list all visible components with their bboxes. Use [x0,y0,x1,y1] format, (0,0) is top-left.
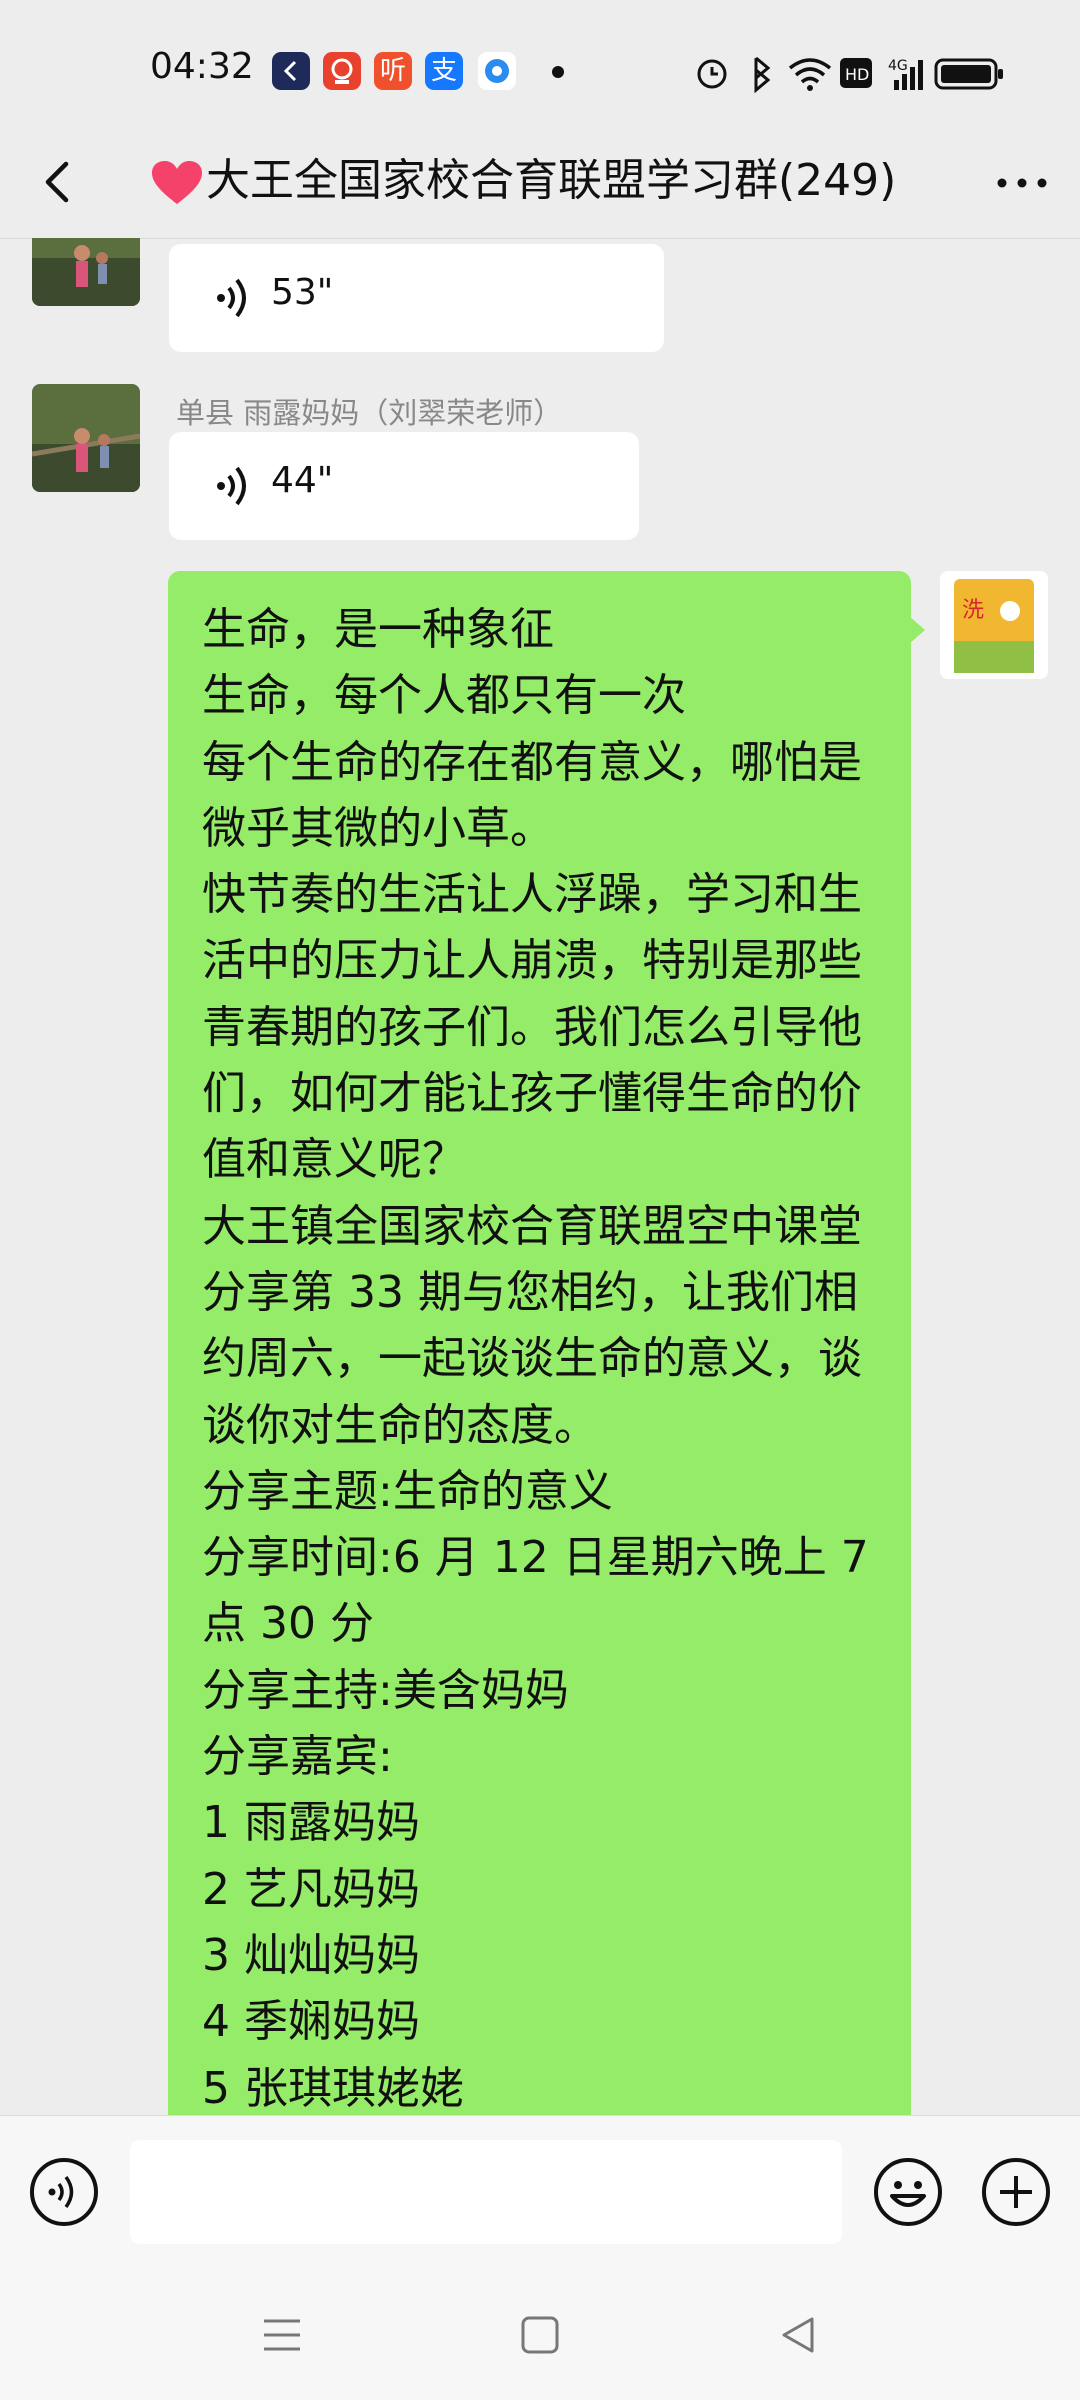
message-line: 4 季娴妈妈 [202,1996,420,2048]
plus-icon[interactable] [980,2156,1052,2228]
app-notification-icon [323,52,361,90]
message-line: 约周六，一起谈谈生命的意义，谈 [202,1333,862,1385]
status-bar: 04:32 听 支 HD 4G [0,0,1080,130]
message-text: 生命，是一种象征生命，每个人都只有一次每个生命的存在都有意义，哪怕是 微乎其微的小… [202,597,892,2115]
message-line: 谈你对生命的态度。 [202,1399,598,1451]
app-notification-icon: 听 [374,52,412,90]
message-line: 点 30 分 [202,1598,374,1650]
more-notifications-dot [552,66,564,78]
message-line: 大王镇全国家校合育联盟空中课堂 [202,1200,862,1252]
chat-header: 大王全国家校合育联盟学习群(249) [0,130,1080,239]
text-message-bubble[interactable]: 生命，是一种象征生命，每个人都只有一次每个生命的存在都有意义，哪怕是 微乎其微的小… [168,571,911,2115]
system-nav-bar [0,2265,1080,2400]
status-time: 04:32 [150,46,254,87]
voice-wave-icon [217,278,246,318]
svg-text:洗: 洗 [962,598,984,623]
voice-message-bubble[interactable]: 53" [169,244,664,352]
message-line: 2 艺凡妈妈 [202,1863,420,1915]
message-line: 生命，每个人都只有一次 [202,670,686,722]
emoji-icon[interactable] [872,2156,944,2228]
message-line: 微乎其微的小草。 [202,802,554,854]
message-input[interactable] [130,2140,842,2244]
more-icon[interactable] [992,158,1052,208]
message-line: 5 张琪琪姥姥 [202,2062,464,2114]
app-notification-icon [478,52,516,90]
voice-wave-icon [217,466,246,506]
message-line: 活中的压力让人崩溃，特别是那些 [202,935,862,987]
menu-icon[interactable] [260,2313,304,2357]
avatar[interactable] [32,384,140,492]
voice-message-bubble[interactable]: 44" [169,432,639,540]
message-line: 分享第 33 期与您相约，让我们相 [202,1266,858,1318]
message-line: 值和意义呢？ [202,1134,466,1186]
voice-input-icon[interactable] [28,2156,100,2228]
message-line: 分享时间:6 月 12 日星期六晚上 7 [202,1532,869,1584]
heart-icon [152,161,202,204]
message-line: 生命，是一种象征 [202,604,554,655]
message-line: 分享主题:生命的意义 [202,1465,613,1517]
message-line: 每个生命的存在都有意义，哪怕是 [202,736,862,788]
home-icon[interactable] [518,2313,562,2357]
message-line: 青春期的孩子们。我们怎么引导他 [202,1001,862,1053]
sender-name: 单县 雨露妈妈（刘翠荣老师） [176,396,563,430]
back-icon[interactable] [30,150,90,214]
app-notification-icon: 支 [425,52,463,90]
system-status-icons: HD 4G [697,56,1003,94]
chat-area[interactable]: 53" 单县 雨露妈妈（刘翠荣老师） 44" 洗 生命，是一种象征生命，每个人都… [0,238,1080,2115]
message-line: 1 雨露妈妈 [202,1797,420,1849]
app-notification-icon [272,52,310,90]
message-line: 3 灿灿妈妈 [202,1929,420,1981]
svg-text:4G: 4G [888,58,908,74]
back-triangle-icon[interactable] [776,2313,820,2357]
svg-text:HD: HD [845,65,869,84]
avatar[interactable] [32,238,140,306]
chat-title-text: 大王全国家校合育联盟学习群(249) [206,155,897,206]
bubble-tail [909,616,925,644]
voice-duration: 44" [271,460,334,501]
voice-duration: 53" [271,272,334,313]
message-line: 快节奏的生活让人浮躁，学习和生 [202,869,862,921]
avatar[interactable]: 洗 [940,571,1048,679]
input-bar [0,2115,1080,2266]
message-line: 分享嘉宾: [202,1731,393,1783]
message-line: 分享主持:美含妈妈 [202,1664,569,1716]
chat-title: 大王全国家校合育联盟学习群(249) [150,146,930,216]
message-line: 们，如何才能让孩子懂得生命的价 [202,1068,862,1120]
